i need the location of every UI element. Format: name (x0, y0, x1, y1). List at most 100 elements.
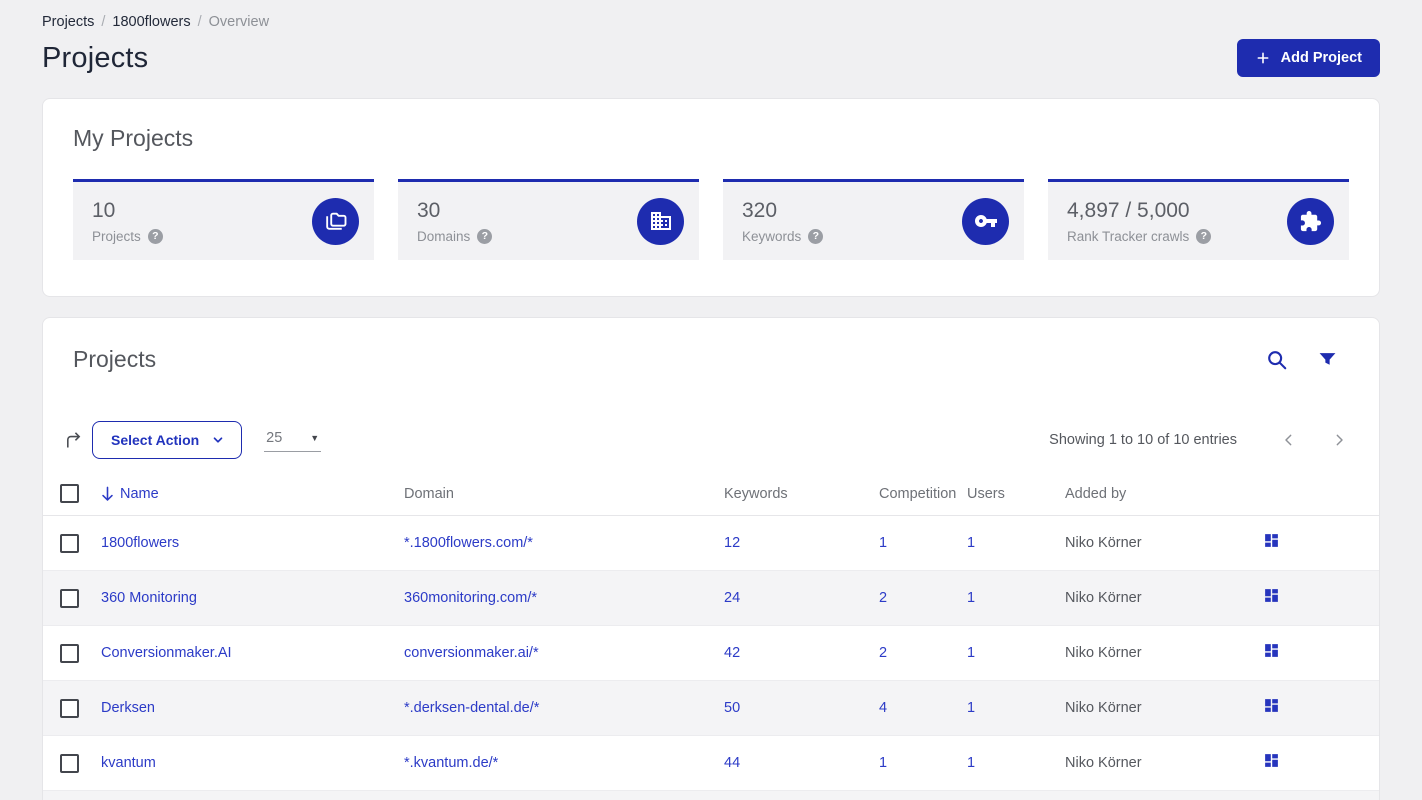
project-name-link[interactable]: Derksen (101, 700, 155, 716)
stacked-folders-icon (312, 197, 359, 245)
pagination-next-icon[interactable] (1331, 432, 1347, 448)
stat-rank-tracker-value: 4,897 / 5,000 (1067, 198, 1190, 222)
sort-down-icon (101, 486, 114, 501)
project-domain-link[interactable]: conversionmaker.ai/* (404, 645, 539, 661)
project-added-by: Niko Körner (1065, 700, 1142, 716)
project-keywords-value[interactable]: 42 (724, 645, 740, 661)
project-added-by: Niko Körner (1065, 590, 1142, 606)
stat-domains-label: Domains (417, 228, 471, 244)
page-size-value: 25 (266, 430, 283, 446)
stat-card-rank-tracker: 4,897 / 5,000 Rank Tracker crawls ? (1048, 179, 1349, 260)
add-project-button[interactable]: Add Project (1236, 39, 1380, 77)
project-domain-link[interactable]: 360monitoring.com/* (404, 590, 537, 606)
dashboard-icon[interactable] (1263, 587, 1280, 604)
caret-down-icon: ▼ (310, 433, 320, 443)
help-icon[interactable]: ? (147, 228, 163, 244)
project-name-link[interactable]: Conversionmaker.AI (101, 645, 232, 661)
breadcrumb-separator: / (101, 14, 106, 30)
partial-next-row (43, 791, 1379, 800)
project-competition-value[interactable]: 2 (879, 590, 887, 606)
project-added-by: Niko Körner (1065, 755, 1142, 771)
project-name-link[interactable]: kvantum (101, 755, 156, 771)
column-header-users[interactable]: Users (967, 486, 1065, 502)
table-row: 360 Monitoring 360monitoring.com/* 24 2 … (43, 571, 1379, 626)
select-all-checkbox[interactable] (60, 484, 79, 503)
row-checkbox[interactable] (60, 698, 79, 718)
stat-rank-tracker-label: Rank Tracker crawls (1067, 228, 1190, 244)
breadcrumb-1800flowers[interactable]: 1800flowers (112, 14, 190, 30)
column-header-name[interactable]: Name (101, 486, 404, 502)
search-icon[interactable] (1266, 349, 1288, 371)
building-icon (637, 197, 684, 245)
table-row: kvantum *.kvantum.de/* 44 1 1 Niko Körne… (43, 736, 1379, 791)
select-action-label: Select Action (111, 432, 200, 448)
projects-table-card: Projects Select Action 25 ▼ Showing 1 to… (42, 317, 1380, 800)
table-body: 1800flowers *.1800flowers.com/* 12 1 1 N… (43, 516, 1379, 791)
breadcrumb: Projects / 1800flowers / Overview (42, 0, 1380, 30)
dashboard-icon[interactable] (1263, 752, 1280, 769)
table-row: Derksen *.derksen-dental.de/* 50 4 1 Nik… (43, 681, 1379, 736)
stat-keywords-label: Keywords (742, 228, 802, 244)
project-users-value[interactable]: 1 (967, 755, 975, 771)
column-header-keywords[interactable]: Keywords (724, 486, 879, 502)
stat-card-projects: 10 Projects ? (73, 179, 374, 260)
dashboard-icon[interactable] (1263, 697, 1280, 714)
help-icon[interactable]: ? (477, 228, 493, 244)
filter-icon[interactable] (1318, 350, 1337, 369)
project-users-value[interactable]: 1 (967, 535, 975, 551)
projects-panel-title: Projects (73, 346, 157, 372)
project-keywords-value[interactable]: 24 (724, 590, 740, 606)
breadcrumb-separator: / (197, 14, 202, 30)
project-keywords-value[interactable]: 50 (724, 700, 740, 716)
project-users-value[interactable]: 1 (967, 645, 975, 661)
showing-entries-text: Showing 1 to 10 of 10 entries (1049, 432, 1237, 448)
pagination-prev-icon[interactable] (1281, 432, 1297, 448)
row-checkbox[interactable] (60, 753, 79, 773)
project-domain-link[interactable]: *.derksen-dental.de/* (404, 700, 539, 716)
stat-projects-value: 10 (92, 198, 116, 222)
project-users-value[interactable]: 1 (967, 700, 975, 716)
export-icon[interactable] (63, 430, 84, 451)
dashboard-icon[interactable] (1263, 642, 1280, 659)
add-project-label: Add Project (1280, 50, 1362, 66)
project-added-by: Niko Körner (1065, 645, 1142, 661)
stat-domains-value: 30 (417, 198, 441, 222)
project-users-value[interactable]: 1 (967, 590, 975, 606)
project-competition-value[interactable]: 2 (879, 645, 887, 661)
my-projects-card: My Projects 10 Projects ? 30 Domains ? 3… (42, 98, 1380, 297)
column-header-added-by[interactable]: Added by (1065, 486, 1263, 502)
column-header-domain[interactable]: Domain (404, 486, 724, 502)
select-action-button[interactable]: Select Action (92, 421, 243, 459)
my-projects-title: My Projects (73, 125, 194, 151)
stat-projects-label: Projects (92, 228, 141, 244)
projects-table: Name Domain Keywords Competition Users A… (43, 472, 1379, 800)
row-checkbox[interactable] (60, 588, 79, 608)
project-keywords-value[interactable]: 12 (724, 535, 740, 551)
project-name-link[interactable]: 360 Monitoring (101, 590, 197, 606)
page-size-select[interactable]: 25 ▼ (264, 428, 322, 452)
table-row: Conversionmaker.AI conversionmaker.ai/* … (43, 626, 1379, 681)
chevron-down-icon (211, 433, 225, 447)
breadcrumb-projects[interactable]: Projects (42, 14, 94, 30)
project-added-by: Niko Körner (1065, 535, 1142, 551)
row-checkbox[interactable] (60, 643, 79, 663)
help-icon[interactable]: ? (808, 228, 824, 244)
puzzle-icon (1287, 197, 1334, 245)
page-title: Projects (42, 41, 149, 74)
stat-card-keywords: 320 Keywords ? (723, 179, 1024, 260)
project-competition-value[interactable]: 1 (879, 755, 887, 771)
stat-card-domains: 30 Domains ? (398, 179, 699, 260)
row-checkbox[interactable] (60, 533, 79, 553)
project-domain-link[interactable]: *.kvantum.de/* (404, 755, 498, 771)
help-icon[interactable]: ? (1196, 228, 1212, 244)
project-domain-link[interactable]: *.1800flowers.com/* (404, 535, 533, 551)
table-row: 1800flowers *.1800flowers.com/* 12 1 1 N… (43, 516, 1379, 571)
column-header-competition[interactable]: Competition (879, 486, 967, 502)
project-keywords-value[interactable]: 44 (724, 755, 740, 771)
key-icon (962, 197, 1009, 245)
dashboard-icon[interactable] (1263, 532, 1280, 549)
project-competition-value[interactable]: 4 (879, 700, 887, 716)
stat-keywords-value: 320 (742, 198, 778, 222)
project-competition-value[interactable]: 1 (879, 535, 887, 551)
project-name-link[interactable]: 1800flowers (101, 535, 179, 551)
